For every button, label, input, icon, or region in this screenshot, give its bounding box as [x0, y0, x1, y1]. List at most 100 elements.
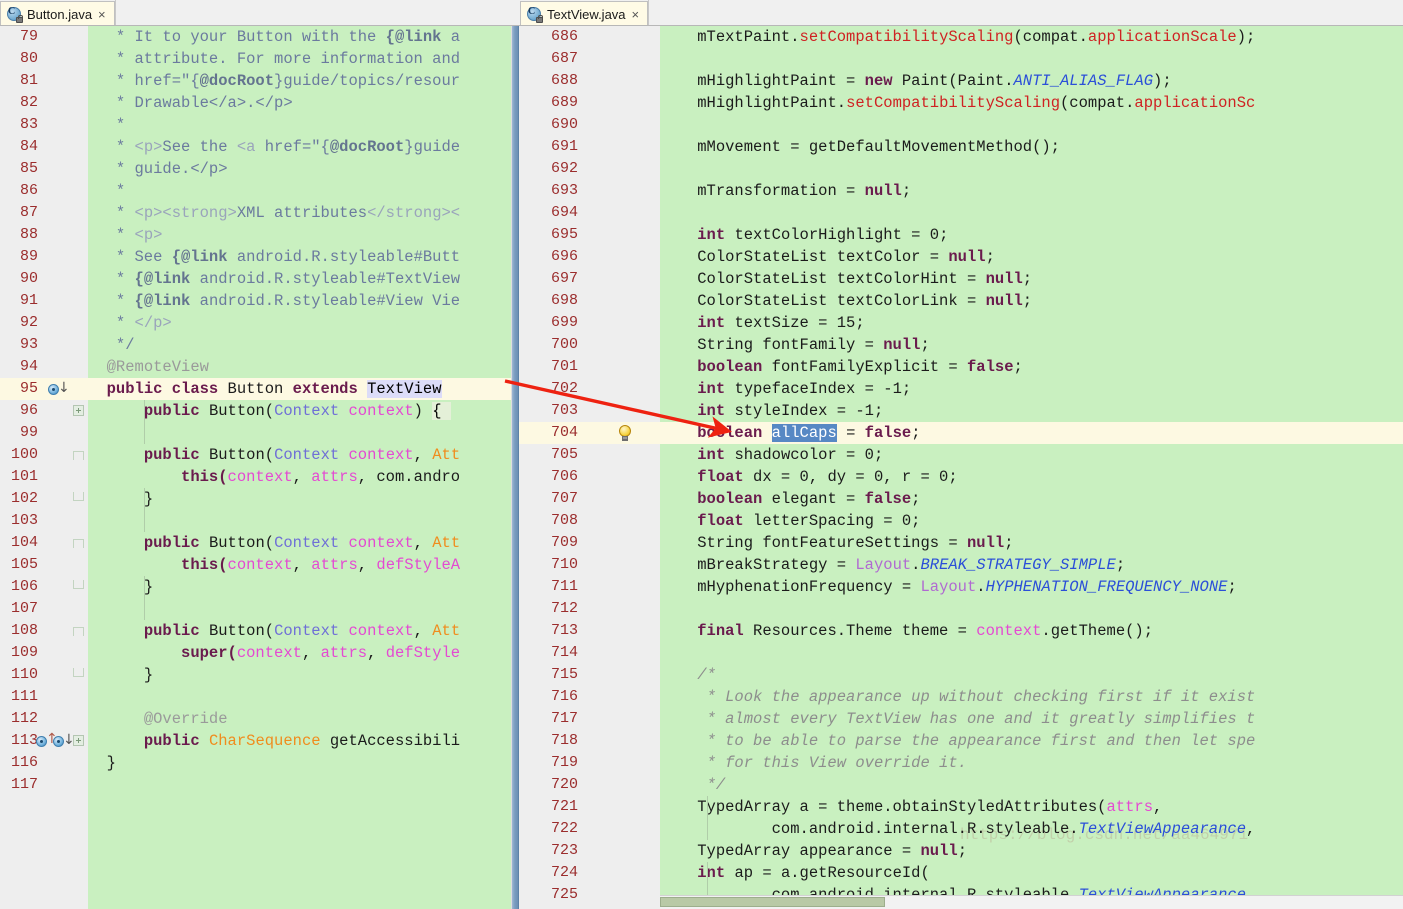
code-line[interactable]: } [88, 664, 511, 686]
code-area-left[interactable]: * It to your Button with the {@link a * … [88, 26, 511, 909]
code-line[interactable]: boolean allCaps = false; [660, 422, 1403, 444]
code-token: */ [706, 776, 726, 794]
code-line[interactable]: ColorStateList textColor = null; [660, 246, 1403, 268]
code-line[interactable]: TypedArray appearance = null; [660, 840, 1403, 862]
code-line[interactable]: int textColorHighlight = 0; [660, 224, 1403, 246]
code-line[interactable] [88, 774, 511, 796]
code-line[interactable]: * guide.</p> [88, 158, 511, 180]
code-line[interactable]: * [88, 180, 511, 202]
code-line[interactable]: */ [88, 334, 511, 356]
code-token: Att [432, 534, 461, 552]
overridden-method-icon[interactable]: ↓ [48, 380, 70, 399]
code-line[interactable] [660, 598, 1403, 620]
code-line[interactable]: * {@link android.R.styleable#TextView [88, 268, 511, 290]
code-token: Button( [208, 402, 275, 420]
code-line[interactable]: * See {@link android.R.styleable#Butt [88, 246, 511, 268]
code-line[interactable] [660, 114, 1403, 136]
close-icon[interactable]: × [631, 8, 641, 21]
code-line[interactable]: } [88, 752, 511, 774]
code-line[interactable]: String fontFamily = null; [660, 334, 1403, 356]
code-line[interactable]: mHyphenationFrequency = Layout.HYPHENATI… [660, 576, 1403, 598]
code-line[interactable]: mBreakStrategy = Layout.BREAK_STRATEGY_S… [660, 554, 1403, 576]
tab-textview-java[interactable]: C TextView.java × [520, 1, 649, 25]
lightbulb-intention-icon[interactable] [618, 425, 632, 442]
code-line[interactable]: @Override [88, 708, 511, 730]
code-line[interactable]: this(context, attrs, defStyleA [88, 554, 511, 576]
code-line[interactable]: int typefaceIndex = -1; [660, 378, 1403, 400]
gutter-right[interactable]: 686 687 688 689 690 691 692 693 694 695 696 697 698 6… [511, 26, 661, 909]
code-line[interactable]: } [88, 576, 511, 598]
close-icon[interactable]: × [97, 8, 107, 21]
code-line[interactable]: mTextPaint.setCompatibilityScaling(compa… [660, 26, 1403, 48]
editor-right[interactable]: 686 687 688 689 690 691 692 693 694 695 696 697 698 6… [511, 26, 1403, 909]
implements-overrides-icon[interactable]: ↑ ↓ [36, 731, 75, 751]
tab-button-java[interactable]: C Button.java × [0, 1, 115, 25]
code-line[interactable]: * href="{@docRoot}guide/topics/resour [88, 70, 511, 92]
code-line[interactable]: final Resources.Theme theme = context.ge… [660, 620, 1403, 642]
code-line[interactable]: * Drawable</a>.</p> [88, 92, 511, 114]
line-number-label: 95 [19, 380, 38, 397]
code-line[interactable]: String fontFeatureSettings = null; [660, 532, 1403, 554]
code-line[interactable]: this(context, attrs, com.andro [88, 466, 511, 488]
code-line[interactable]: int shadowcolor = 0; [660, 444, 1403, 466]
code-line[interactable]: public Button(Context context, Att [88, 444, 511, 466]
code-line[interactable]: float letterSpacing = 0; [660, 510, 1403, 532]
code-line[interactable]: mTransformation = null; [660, 180, 1403, 202]
code-line[interactable]: int styleIndex = -1; [660, 400, 1403, 422]
code-line[interactable]: public Button(Context context, Att [88, 532, 511, 554]
line-number: 103 [0, 510, 88, 532]
code-line[interactable] [88, 422, 511, 444]
code-line[interactable]: */ [660, 774, 1403, 796]
editor-left[interactable]: 79 80 81 82 83 84 85 86 87 88 89 90 91 92 93 94 95 ↓ 96 99 1… [0, 26, 511, 909]
code-line[interactable]: * </p> [88, 312, 511, 334]
code-line[interactable]: super(context, attrs, defStyle [88, 642, 511, 664]
code-line[interactable]: boolean elegant = false; [660, 488, 1403, 510]
code-line[interactable]: ColorStateList textColorHint = null; [660, 268, 1403, 290]
code-line[interactable]: TypedArray a = theme.obtainStyledAttribu… [660, 796, 1403, 818]
code-line[interactable]: /* [660, 664, 1403, 686]
code-line[interactable]: * Look the appearance up without checkin… [660, 686, 1403, 708]
code-line[interactable]: mHighlightPaint.setCompatibilityScaling(… [660, 92, 1403, 114]
code-line[interactable] [660, 48, 1403, 70]
code-line[interactable] [88, 686, 511, 708]
code-line[interactable]: * [88, 114, 511, 136]
code-line[interactable]: int ap = a.getResourceId( [660, 862, 1403, 884]
code-line[interactable]: * <p> [88, 224, 511, 246]
code-line[interactable]: * {@link android.R.styleable#View Vie [88, 290, 511, 312]
code-line[interactable]: public CharSequence getAccessibili [88, 730, 511, 752]
code-line[interactable]: * to be able to parse the appearance fir… [660, 730, 1403, 752]
pane-splitter[interactable] [511, 26, 519, 909]
code-line[interactable]: * almost every TextView has one and it g… [660, 708, 1403, 730]
code-line[interactable] [88, 598, 511, 620]
code-line[interactable]: * for this View override it. [660, 752, 1403, 774]
horizontal-scrollbar[interactable] [660, 895, 1403, 909]
code-line[interactable]: * attribute. For more information and [88, 48, 511, 70]
code-line[interactable]: public class Button extends TextView [88, 378, 511, 400]
line-number-label: 103 [10, 512, 38, 529]
code-area-right[interactable]: https://blog.csdn.net/aa464971 mTextPain… [660, 26, 1403, 909]
code-line[interactable]: public Button(Context context) { [88, 400, 511, 422]
code-line[interactable]: mMovement = getDefaultMovementMethod(); [660, 136, 1403, 158]
code-line[interactable]: * <p><strong>XML attributes</strong>< [88, 202, 511, 224]
code-line[interactable]: boolean fontFamilyExplicit = false; [660, 356, 1403, 378]
code-line[interactable] [660, 202, 1403, 224]
gutter-left[interactable]: 79 80 81 82 83 84 85 86 87 88 89 90 91 92 93 94 95 ↓ 96 99 1… [0, 26, 89, 909]
code-line[interactable]: mHighlightPaint = new Paint(Paint.ANTI_A… [660, 70, 1403, 92]
code-line[interactable]: } [88, 488, 511, 510]
code-line[interactable]: int textSize = 15; [660, 312, 1403, 334]
code-line[interactable]: * It to your Button with the {@link a [88, 26, 511, 48]
code-line[interactable]: @RemoteView [88, 356, 511, 378]
code-line[interactable] [660, 642, 1403, 664]
code-line[interactable]: com.android.internal.R.styleable.TextVie… [660, 818, 1403, 840]
code-line[interactable] [660, 158, 1403, 180]
code-token: float [697, 468, 754, 486]
code-line[interactable]: ColorStateList textColorLink = null; [660, 290, 1403, 312]
code-line[interactable]: float dx = 0, dy = 0, r = 0; [660, 466, 1403, 488]
scrollbar-thumb[interactable] [660, 897, 885, 907]
line-number-label: 81 [19, 72, 38, 89]
code-line[interactable]: public Button(Context context, Att [88, 620, 511, 642]
code-line[interactable]: * <p>See the <a href="{@docRoot}guide [88, 136, 511, 158]
code-line[interactable] [88, 510, 511, 532]
